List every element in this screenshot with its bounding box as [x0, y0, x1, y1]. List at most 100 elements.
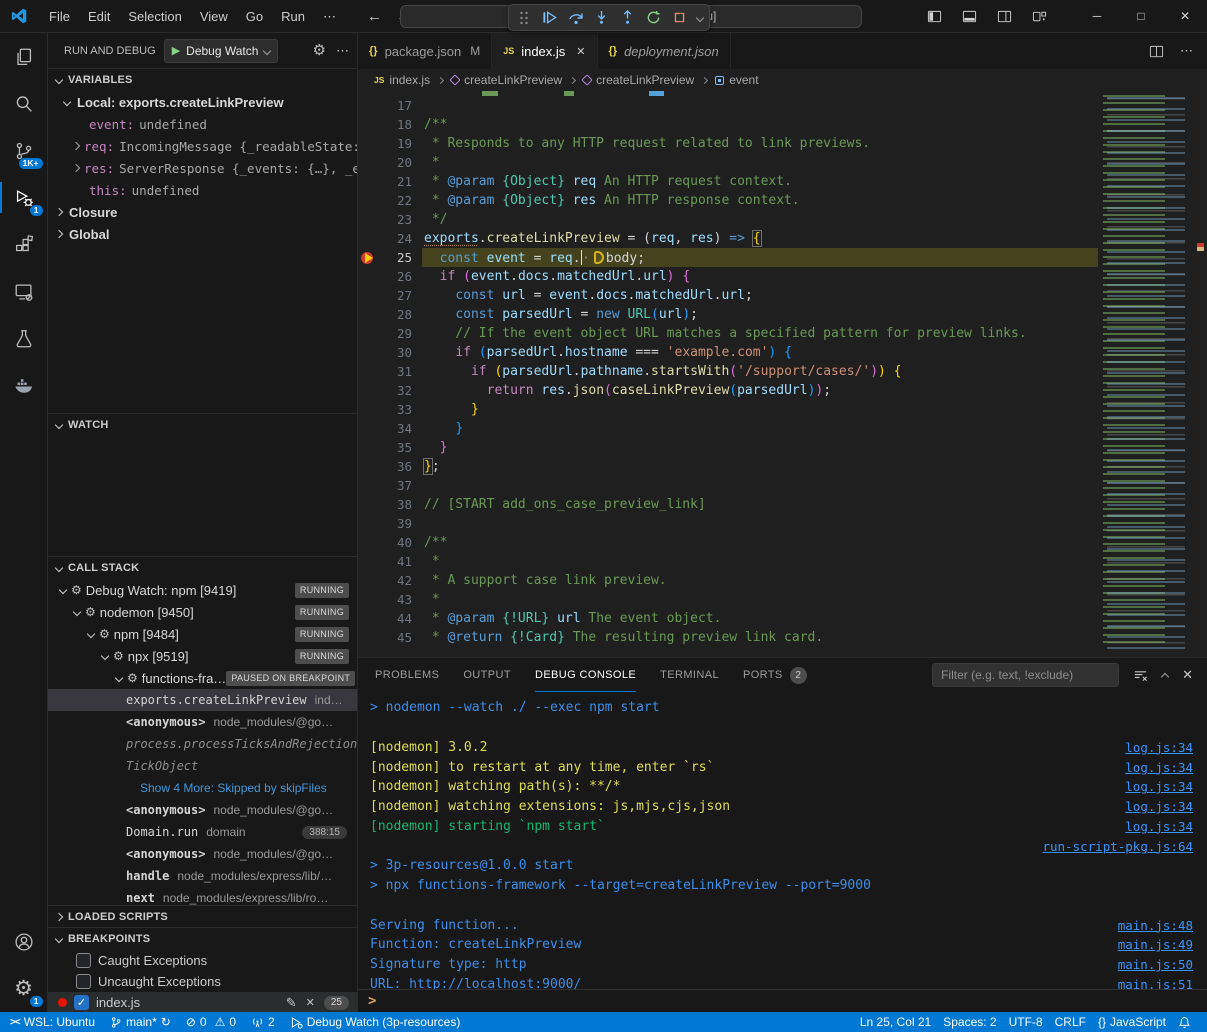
debug-session-row[interactable]: ⚙ npx [9519] RUNNING — [48, 645, 357, 667]
menu-file[interactable]: File — [40, 0, 79, 33]
tab-package-json[interactable]: {} package.json M — [358, 33, 492, 69]
code-line-34[interactable]: 34 } — [358, 419, 1207, 438]
stack-frame-current[interactable]: exports.createLinkPreview ind… — [48, 689, 357, 711]
variable-row-event[interactable]: event: undefined — [48, 113, 357, 135]
breakpoint-uncaught-exceptions[interactable]: Uncaught Exceptions — [48, 971, 357, 992]
launch-config-dropdown[interactable]: ▶ Debug Watch — [164, 39, 279, 63]
tab-terminal[interactable]: TERMINAL — [660, 658, 719, 692]
grip-icon[interactable] — [515, 9, 532, 26]
breakpoint-index-js[interactable]: ✓ index.js ✎ ✕ 25 — [48, 992, 357, 1012]
scope-closure[interactable]: Closure — [48, 201, 357, 223]
maximize-panel-icon[interactable] — [1161, 673, 1169, 681]
breadcrumb-symbol[interactable]: createLinkPreview — [596, 73, 694, 87]
code-line-22[interactable]: 22 * @param {Object} res An HTTP respons… — [358, 191, 1207, 210]
editor-more-actions-icon[interactable]: ⋯ — [1180, 43, 1193, 59]
encoding-item[interactable]: UTF-8 — [1003, 1012, 1049, 1032]
source-link[interactable]: log.js:34 — [1125, 819, 1207, 834]
indentation-item[interactable]: Spaces: 2 — [937, 1012, 1002, 1032]
source-link[interactable]: main.js:51 — [1118, 977, 1207, 989]
breakpoint-paused-icon[interactable] — [358, 248, 380, 267]
code-line-21[interactable]: 21 * @param {Object} req An HTTP request… — [358, 172, 1207, 191]
stack-frame-skipped[interactable]: TickObject — [48, 755, 357, 777]
stack-frame-skipped[interactable]: process.processTicksAndRejections — [48, 733, 357, 755]
breakpoint-caught-exceptions[interactable]: Caught Exceptions — [48, 950, 357, 971]
configure-gear-icon[interactable]: ⚙ — [313, 43, 326, 59]
console-filter-input[interactable]: Filter (e.g. text, !exclude) — [932, 663, 1119, 687]
step-out-icon[interactable] — [619, 9, 636, 26]
source-link[interactable]: main.js:50 — [1118, 957, 1207, 972]
loaded-scripts-header[interactable]: LOADED SCRIPTS — [48, 906, 357, 927]
stack-frame[interactable]: <anonymous> node_modules/@go… — [48, 843, 357, 865]
variable-row-req[interactable]: req: IncomingMessage {_readableState:… — [48, 135, 357, 157]
toggle-sidebar-icon[interactable] — [927, 9, 942, 24]
toolbar-chevron-down-icon[interactable] — [696, 13, 704, 21]
tab-deployment-json[interactable]: {} deployment.json — [598, 33, 731, 69]
debug-console-input[interactable]: > — [358, 989, 1207, 1012]
menu-go[interactable]: Go — [237, 0, 272, 33]
tab-output[interactable]: OUTPUT — [463, 658, 511, 692]
debug-session-row[interactable]: ⚙ nodemon [9450] RUNNING — [48, 601, 357, 623]
code-line-23[interactable]: 23 */ — [358, 210, 1207, 229]
minimize-button[interactable]: ─ — [1075, 0, 1119, 33]
menu-edit[interactable]: Edit — [79, 0, 119, 33]
source-link[interactable]: log.js:34 — [1125, 799, 1207, 814]
code-line-17[interactable]: 17 — [358, 96, 1207, 115]
stack-frame[interactable]: <anonymous> node_modules/@go… — [48, 799, 357, 821]
debug-views-more-icon[interactable]: ⋯ — [336, 43, 349, 59]
call-stack-header[interactable]: CALL STACK — [48, 557, 357, 579]
continue-icon[interactable] — [541, 9, 558, 26]
debug-session-row[interactable]: ⚙ Debug Watch: npm [9419] RUNNING — [48, 579, 357, 601]
toggle-panel-icon[interactable] — [962, 9, 977, 24]
code-line-24[interactable]: 24exports.createLinkPreview = (req, res)… — [358, 229, 1207, 248]
code-line-33[interactable]: 33 } — [358, 400, 1207, 419]
stack-frame[interactable]: <anonymous> node_modules/@go… — [48, 711, 357, 733]
show-more-frames-link[interactable]: Show 4 More: Skipped by skipFiles — [48, 777, 357, 799]
split-editor-icon[interactable] — [1149, 44, 1164, 59]
settings-gear-icon[interactable]: ⚙ 1 — [0, 965, 48, 1012]
problems-item[interactable]: ⊘0 ⚠0 — [180, 1012, 242, 1032]
source-link[interactable]: log.js:34 — [1125, 779, 1207, 794]
tab-index-js[interactable]: JS index.js ✕ — [492, 33, 597, 69]
chevron-right-icon[interactable] — [72, 142, 80, 150]
start-debug-icon[interactable]: ▶ — [172, 44, 180, 57]
stop-icon[interactable] — [671, 9, 688, 26]
eol-item[interactable]: CRLF — [1049, 1012, 1092, 1032]
cursor-position-item[interactable]: Ln 25, Col 21 — [854, 1012, 937, 1032]
source-control-icon[interactable]: 1K+ — [0, 127, 48, 174]
debug-status-item[interactable]: Debug Watch (3p-resources) — [284, 1012, 467, 1032]
restart-icon[interactable] — [645, 9, 662, 26]
minimap[interactable] — [1098, 91, 1193, 657]
run-and-debug-icon[interactable]: 1 — [0, 174, 48, 221]
close-tab-icon[interactable]: ✕ — [576, 45, 585, 58]
code-line-25[interactable]: 25 const event = req.·body; — [358, 248, 1207, 267]
menu-more[interactable]: ⋯ — [314, 0, 345, 33]
code-line-44[interactable]: 44 * @param {!URL} url The event object. — [358, 609, 1207, 628]
chevron-right-icon[interactable] — [72, 164, 80, 172]
step-over-icon[interactable] — [567, 9, 584, 26]
variables-header[interactable]: VARIABLES — [48, 69, 357, 91]
code-line-36[interactable]: 36}; — [358, 457, 1207, 476]
checkbox-unchecked[interactable] — [76, 974, 91, 989]
language-mode-item[interactable]: {} JavaScript — [1092, 1012, 1172, 1032]
remote-indicator[interactable]: >< WSL: Ubuntu — [10, 1012, 101, 1032]
code-line-41[interactable]: 41 * — [358, 552, 1207, 571]
menu-selection[interactable]: Selection — [119, 0, 190, 33]
code-line-18[interactable]: 18/** — [358, 115, 1207, 134]
checkbox-unchecked[interactable] — [76, 953, 91, 968]
docker-icon[interactable] — [0, 362, 48, 409]
menu-run[interactable]: Run — [272, 0, 314, 33]
debug-session-row[interactable]: ⚙ npm [9484] RUNNING — [48, 623, 357, 645]
code-line-29[interactable]: 29 // If the event object URL matches a … — [358, 324, 1207, 343]
code-line-39[interactable]: 39 — [358, 514, 1207, 533]
step-into-icon[interactable] — [593, 9, 610, 26]
git-branch-item[interactable]: main* ↻ — [104, 1012, 177, 1032]
nav-back-icon[interactable]: ← — [367, 8, 382, 25]
code-line-40[interactable]: 40/** — [358, 533, 1207, 552]
remove-breakpoint-icon[interactable]: ✕ — [306, 996, 315, 1009]
explorer-icon[interactable] — [0, 33, 48, 80]
code-line-27[interactable]: 27 const url = event.docs.matchedUrl.url… — [358, 286, 1207, 305]
tab-problems[interactable]: PROBLEMS — [375, 658, 439, 692]
search-icon[interactable] — [0, 80, 48, 127]
code-line-30[interactable]: 30 if (parsedUrl.hostname === 'example.c… — [358, 343, 1207, 362]
ports-item[interactable]: 2 — [245, 1012, 281, 1032]
